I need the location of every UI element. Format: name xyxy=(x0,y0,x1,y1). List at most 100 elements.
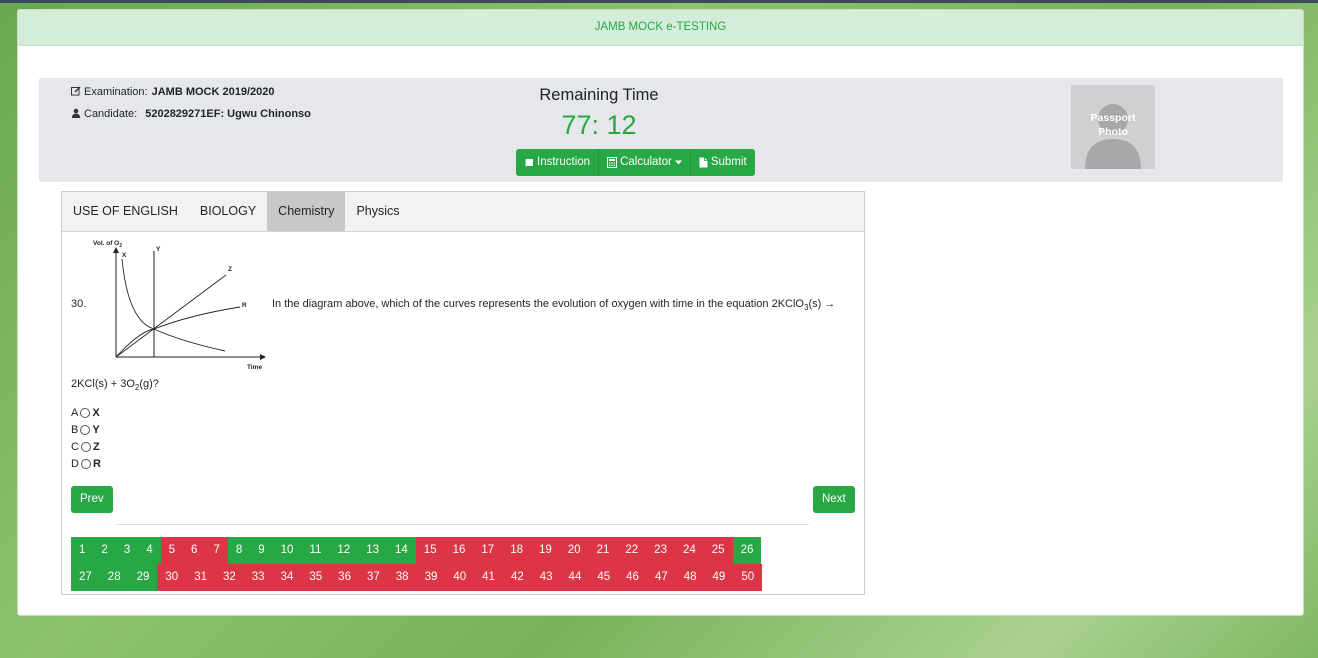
question-number-button[interactable]: 3 xyxy=(115,537,139,564)
question-number-button[interactable]: 12 xyxy=(329,537,359,564)
divider xyxy=(117,524,809,525)
question-number-button[interactable]: 47 xyxy=(646,564,676,591)
passport-photo: Passport Photo xyxy=(1071,85,1155,169)
page-title: JAMB MOCK e-TESTING xyxy=(18,10,1303,46)
option-c[interactable]: CZ xyxy=(71,438,101,455)
curve-label-z: Z xyxy=(228,266,232,273)
question-number-button[interactable]: 2 xyxy=(93,537,116,564)
subject-tabs: USE OF ENGLISH BIOLOGY Chemistry Physics xyxy=(62,192,864,232)
question-panel: USE OF ENGLISH BIOLOGY Chemistry Physics… xyxy=(61,191,865,595)
question-number-button[interactable]: 26 xyxy=(732,537,762,564)
caret-down-icon xyxy=(674,160,682,165)
exam-info-panel: Examination: JAMB MOCK 2019/2020 Candidat… xyxy=(39,78,1283,182)
window-top-strip xyxy=(0,0,1318,3)
question-number-button[interactable]: 4 xyxy=(138,537,161,564)
curve-label-x: X xyxy=(122,252,127,259)
answer-options: AX BY CZ DR xyxy=(71,404,101,472)
question-number-button[interactable]: 5 xyxy=(160,537,184,564)
question-number-button[interactable]: 42 xyxy=(502,564,532,591)
action-button-group: Instruction Calculator Submit xyxy=(516,149,755,176)
question-number-button[interactable]: 46 xyxy=(618,564,647,591)
question-number-button[interactable]: 20 xyxy=(559,537,589,564)
question-number-button[interactable]: 48 xyxy=(675,564,705,591)
curve-label-r: R xyxy=(242,302,247,309)
remaining-time-value: 77: 12 xyxy=(561,110,637,140)
question-number-button[interactable]: 34 xyxy=(272,564,302,591)
question-number-button[interactable]: 33 xyxy=(243,564,273,591)
question-number-button[interactable]: 17 xyxy=(473,537,503,564)
question-number-button[interactable]: 32 xyxy=(214,564,244,591)
question-number-button[interactable]: 43 xyxy=(531,564,561,591)
question-number-button[interactable]: 49 xyxy=(704,564,734,591)
question-number-button[interactable]: 25 xyxy=(703,537,733,564)
submit-label: Submit xyxy=(710,156,747,168)
option-a-radio[interactable] xyxy=(80,407,91,418)
question-number-button[interactable]: 9 xyxy=(250,537,273,564)
submit-button[interactable]: Submit xyxy=(690,149,755,176)
question-number-button[interactable]: 44 xyxy=(560,564,590,591)
question-number-button[interactable]: 36 xyxy=(330,564,359,591)
examination-label: Examination: xyxy=(84,86,148,98)
edit-icon xyxy=(71,86,81,96)
calculator-dropdown-button[interactable]: Calculator xyxy=(599,149,691,176)
diagram-x-axis-label: Time xyxy=(247,364,262,371)
question-number-button[interactable]: 19 xyxy=(530,537,560,564)
instruction-button[interactable]: Instruction xyxy=(516,149,600,176)
question-number-button[interactable]: 8 xyxy=(227,537,251,564)
tab-biology[interactable]: BIOLOGY xyxy=(189,192,267,231)
question-text: In the diagram above, which of the curve… xyxy=(272,298,836,313)
examination-row: Examination: JAMB MOCK 2019/2020 xyxy=(71,86,274,98)
option-d[interactable]: DR xyxy=(71,455,101,472)
question-number-button[interactable]: 7 xyxy=(205,537,228,564)
question-number-button[interactable]: 15 xyxy=(415,537,445,564)
calculator-icon xyxy=(607,157,618,168)
option-b-radio[interactable] xyxy=(80,424,91,435)
question-number-button[interactable]: 21 xyxy=(588,537,618,564)
question-number-button[interactable]: 14 xyxy=(387,537,416,564)
question-number-button[interactable]: 38 xyxy=(387,564,417,591)
tab-physics[interactable]: Physics xyxy=(345,192,410,231)
question-number-button[interactable]: 1 xyxy=(71,537,94,564)
question-number-button[interactable]: 18 xyxy=(502,537,531,564)
question-number-button[interactable]: 31 xyxy=(186,564,215,591)
question-number-button[interactable]: 13 xyxy=(358,537,387,564)
question-number-button[interactable]: 35 xyxy=(301,564,331,591)
question-number: 30. xyxy=(71,298,87,310)
question-number-button[interactable]: 40 xyxy=(445,564,475,591)
user-icon xyxy=(71,108,81,118)
next-button[interactable]: Next xyxy=(813,486,855,513)
option-c-radio[interactable] xyxy=(80,441,91,452)
prev-button[interactable]: Prev xyxy=(71,486,113,513)
tab-chemistry[interactable]: Chemistry xyxy=(267,192,346,231)
question-number-button[interactable]: 23 xyxy=(646,537,675,564)
passport-photo-text: Passport Photo xyxy=(1090,112,1136,138)
question-number-button[interactable]: 29 xyxy=(128,564,158,591)
question-number-button[interactable]: 11 xyxy=(301,537,330,564)
question-text-continued: 2KCl(s) + 3O2(g)? xyxy=(71,378,159,393)
option-b[interactable]: BY xyxy=(71,421,101,438)
question-number-button[interactable]: 16 xyxy=(444,537,474,564)
question-number-grid: 1 2 3 4 5 6 7 8 9 10 11 12 13 14 15 16 17 18 19 20 21 22 23 24 2… xyxy=(71,537,831,591)
question-number-button[interactable]: 27 xyxy=(71,564,100,591)
question-number-button[interactable]: 45 xyxy=(589,564,619,591)
curve-label-y: Y xyxy=(156,246,161,253)
option-a[interactable]: AX xyxy=(71,404,101,421)
question-number-button[interactable]: 30 xyxy=(157,564,187,591)
question-number-button[interactable]: 22 xyxy=(617,537,647,564)
candidate-label: Candidate: xyxy=(84,108,138,120)
option-d-radio[interactable] xyxy=(80,458,91,469)
question-number-button[interactable]: 39 xyxy=(416,564,446,591)
tab-use-of-english[interactable]: USE OF ENGLISH xyxy=(62,192,189,231)
question-number-button[interactable]: 37 xyxy=(358,564,388,591)
question-number-button[interactable]: 24 xyxy=(674,537,704,564)
question-number-button[interactable]: 10 xyxy=(272,537,302,564)
examination-value: JAMB MOCK 2019/2020 xyxy=(151,86,275,98)
candidate-row: Candidate: 5202829271EF: Ugwu Chinonso xyxy=(71,108,311,120)
question-number-button[interactable]: 41 xyxy=(474,564,503,591)
question-number-button[interactable]: 50 xyxy=(733,564,763,591)
diagram-y-axis-label: Vol. of O2 xyxy=(93,240,122,249)
remaining-time-title: Remaining Time xyxy=(539,86,659,104)
question-number-button[interactable]: 28 xyxy=(99,564,129,591)
question-diagram: Vol. of O2 X Y Z R Time xyxy=(93,240,266,371)
question-number-button[interactable]: 6 xyxy=(183,537,206,564)
